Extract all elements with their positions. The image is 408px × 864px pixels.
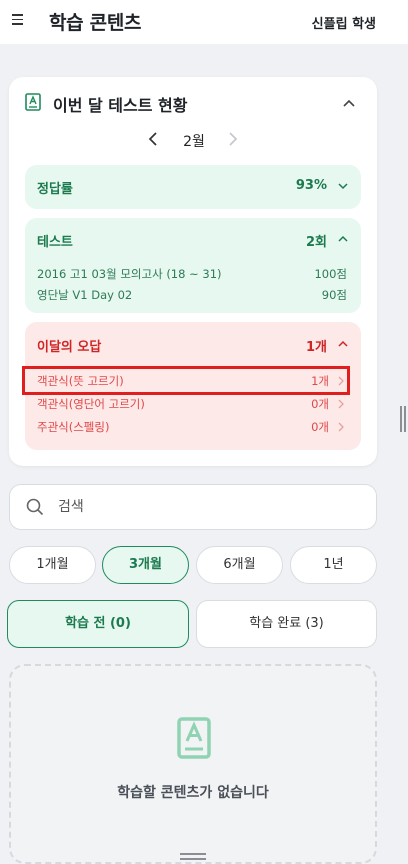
- wrong-count: 0개: [311, 420, 329, 434]
- chevron-left-icon[interactable]: [146, 131, 160, 147]
- period-3-months[interactable]: 3개월: [102, 546, 189, 584]
- wrong-type: 객관식(영단어 고르기): [37, 397, 145, 411]
- test-item[interactable]: 영단날 V1 Day 02 90점: [37, 286, 349, 304]
- tab-study-done[interactable]: 학습 완료 (3): [196, 600, 377, 648]
- tab-before-study[interactable]: 학습 전 (0): [7, 600, 189, 648]
- app-header: 학습 콘텐츠 신플립 학생: [0, 0, 408, 44]
- chevron-right-icon: [338, 399, 344, 409]
- test-score: 100점: [314, 267, 347, 281]
- chevron-up-icon[interactable]: [341, 95, 357, 111]
- wrong-item[interactable]: 객관식(영단어 고르기) 0개: [37, 395, 349, 413]
- card-header: 이번 달 테스트 현황: [25, 91, 365, 115]
- accuracy-value: 93%: [295, 178, 327, 193]
- chevron-right-icon[interactable]: [226, 131, 240, 147]
- empty-message: 학습할 콘텐츠가 없습니다: [117, 785, 269, 801]
- accuracy-panel[interactable]: 정답률 93%: [25, 165, 361, 209]
- wrong-type: 주관식(스펠링): [37, 420, 110, 434]
- accuracy-label: 정답률: [37, 182, 73, 197]
- test-name: 영단날 V1 Day 02: [37, 288, 133, 302]
- test-name: 2016 고1 03월 모의고사 (18 ~ 31): [37, 267, 222, 281]
- bottom-drag-handle[interactable]: [180, 852, 206, 860]
- document-icon: [177, 717, 211, 759]
- chevron-down-icon[interactable]: [337, 180, 349, 192]
- search-icon: [26, 498, 44, 516]
- wrong-item[interactable]: 주관식(스펠링) 0개: [37, 418, 349, 436]
- period-1-year[interactable]: 1년: [290, 546, 377, 584]
- current-month: 2월: [183, 134, 205, 150]
- monthly-test-status-card: 이번 달 테스트 현황 2월 정답률 93% 테스트 2회 2016 고1 03…: [9, 77, 377, 466]
- month-navigator: 2월: [9, 129, 377, 151]
- chevron-up-icon[interactable]: [337, 233, 349, 245]
- test-score: 90점: [321, 288, 347, 302]
- wrong-answers-label: 이달의 오답: [37, 340, 102, 355]
- tests-panel: 테스트 2회 2016 고1 03월 모의고사 (18 ~ 31) 100점 영…: [25, 218, 361, 313]
- page-title: 학습 콘텐츠: [49, 12, 142, 34]
- test-item[interactable]: 2016 고1 03월 모의고사 (18 ~ 31) 100점: [37, 265, 349, 283]
- empty-state: 학습할 콘텐츠가 없습니다: [9, 664, 377, 864]
- tests-label: 테스트: [37, 235, 73, 250]
- chevron-right-icon: [338, 422, 344, 432]
- period-1-month[interactable]: 1개월: [9, 546, 96, 584]
- search-input[interactable]: [58, 485, 358, 529]
- menu-icon[interactable]: [10, 11, 26, 27]
- period-6-months[interactable]: 6개월: [196, 546, 283, 584]
- side-drag-handle[interactable]: [400, 406, 406, 432]
- search-bar[interactable]: [9, 484, 377, 530]
- user-name[interactable]: 신플립 학생: [312, 13, 376, 32]
- document-icon: [25, 93, 41, 111]
- tests-value: 2회: [305, 235, 327, 250]
- wrong-count: 0개: [311, 397, 329, 411]
- wrong-answers-value: 1개: [305, 340, 327, 355]
- card-title: 이번 달 테스트 현황: [53, 96, 188, 115]
- chevron-up-icon[interactable]: [337, 338, 349, 350]
- highlight-box: [22, 366, 350, 395]
